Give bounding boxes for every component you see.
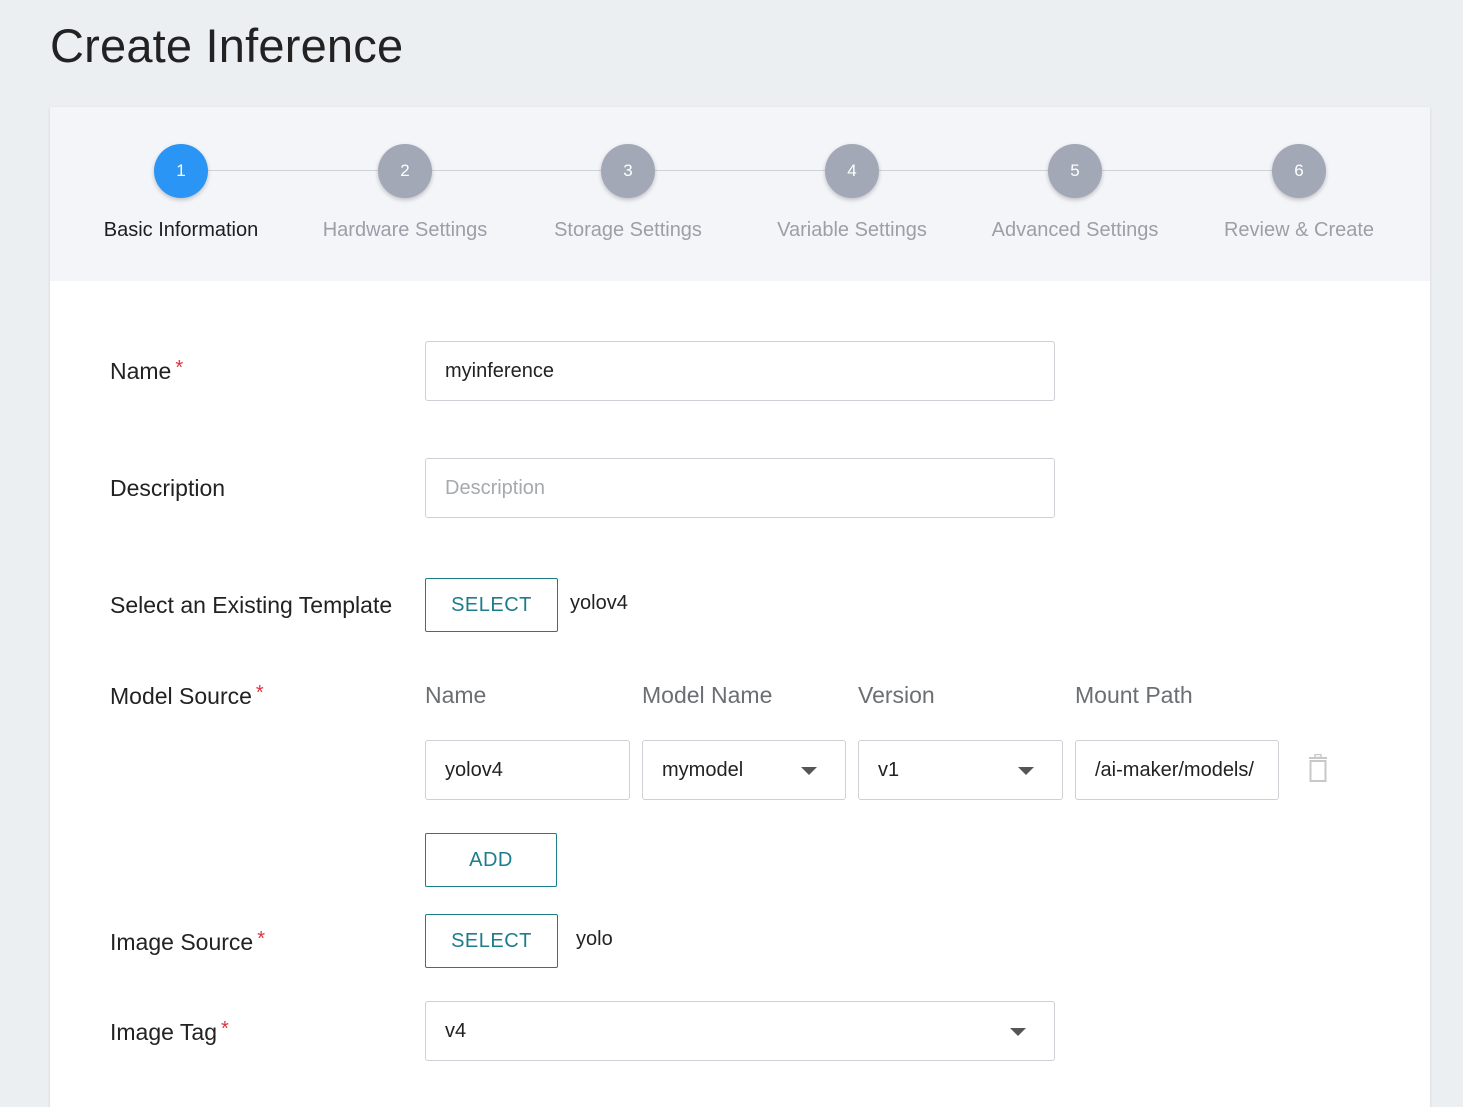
model-source-label: Model Source * xyxy=(110,682,264,709)
step-storage-settings[interactable]: 3 Storage Settings xyxy=(516,144,740,242)
required-marker: * xyxy=(220,1018,229,1040)
name-label: Name * xyxy=(110,357,184,384)
template-label: Select an Existing Template xyxy=(110,592,393,618)
step-number: 2 xyxy=(378,144,432,198)
step-hardware-settings[interactable]: 2 Hardware Settings xyxy=(293,144,517,242)
step-number: 1 xyxy=(154,144,208,198)
required-marker: * xyxy=(257,928,265,950)
add-model-button[interactable]: ADD xyxy=(425,833,557,887)
selected-image: yolo xyxy=(576,928,613,950)
step-label: Hardware Settings xyxy=(322,219,488,241)
image-source-label: Image Source * xyxy=(110,928,265,955)
step-number: 4 xyxy=(825,144,879,198)
column-header-name: Name xyxy=(425,682,487,708)
required-marker: * xyxy=(255,682,264,704)
image-tag-label: Image Tag * xyxy=(110,1018,229,1045)
step-label: Storage Settings xyxy=(554,219,702,241)
step-label: Variable Settings xyxy=(777,219,927,241)
step-number: 3 xyxy=(601,144,655,198)
model-name-select[interactable]: mymodel xyxy=(642,740,846,800)
step-label: Advanced Settings xyxy=(991,219,1159,241)
chevron-down-icon xyxy=(801,767,817,775)
version-select[interactable]: v1 xyxy=(858,740,1063,800)
mount-path-input[interactable]: /ai-maker/models/ xyxy=(1075,740,1279,800)
column-header-model-name: Model Name xyxy=(642,682,773,708)
model-name-value: mymodel xyxy=(662,759,744,781)
description-label: Description xyxy=(110,475,226,501)
step-label: Basic Information xyxy=(103,219,259,241)
step-label: Review & Create xyxy=(1223,219,1375,241)
select-template-button[interactable]: SELECT xyxy=(425,578,558,632)
description-input[interactable]: Description xyxy=(425,458,1055,518)
version-value: v1 xyxy=(878,759,900,781)
step-basic-information[interactable]: 1 Basic Information xyxy=(69,144,293,242)
column-header-version: Version xyxy=(858,682,935,708)
form-card: 1 Basic Information 2 Hardware Settings … xyxy=(50,107,1430,1107)
step-advanced-settings[interactable]: 5 Advanced Settings xyxy=(963,144,1187,242)
name-input[interactable]: myinference xyxy=(425,341,1055,401)
page-title: Create Inference xyxy=(50,19,404,72)
model-source-name-input[interactable]: yolov4 xyxy=(425,740,630,800)
step-number: 6 xyxy=(1272,144,1326,198)
required-marker: * xyxy=(175,357,184,379)
step-number: 5 xyxy=(1048,144,1102,198)
image-tag-select[interactable]: v4 xyxy=(425,1001,1055,1061)
chevron-down-icon xyxy=(1010,1028,1026,1036)
trash-icon[interactable] xyxy=(1309,754,1327,782)
image-tag-value: v4 xyxy=(445,1020,467,1042)
selected-template: yolov4 xyxy=(570,592,628,614)
select-image-button[interactable]: SELECT xyxy=(425,914,558,968)
step-review-create[interactable]: 6 Review & Create xyxy=(1187,144,1411,242)
step-variable-settings[interactable]: 4 Variable Settings xyxy=(740,144,964,242)
column-header-mount-path: Mount Path xyxy=(1075,682,1193,708)
stepper: 1 Basic Information 2 Hardware Settings … xyxy=(50,107,1430,281)
chevron-down-icon xyxy=(1018,767,1034,775)
